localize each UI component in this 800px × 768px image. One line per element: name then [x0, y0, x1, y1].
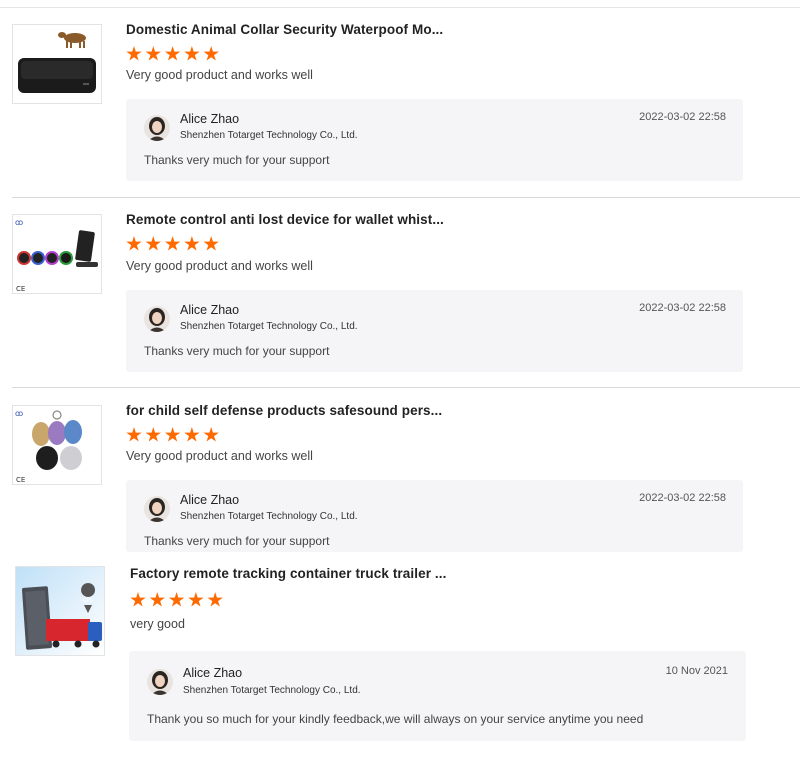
star-icon [164, 427, 181, 442]
product-title[interactable]: for child self defense products safesoun… [126, 403, 442, 418]
star-icon [203, 46, 219, 61]
reply-text: Thanks very much for your support [144, 153, 330, 167]
star-icon [126, 427, 142, 442]
svg-text:ꝏ: ꝏ [15, 218, 23, 227]
svg-text:CE: CE [16, 285, 25, 293]
seller-reply: Alice Zhao Shenzhen Totarget Technology … [129, 651, 746, 741]
product-title[interactable]: Factory remote tracking container truck … [130, 566, 446, 581]
review-comment: very good [130, 617, 185, 631]
avatar [147, 669, 173, 695]
avatar [144, 306, 170, 332]
reply-date: 10 Nov 2021 [665, 665, 728, 677]
star-icon [207, 592, 223, 607]
reply-date: 2022-03-02 22:58 [639, 111, 726, 123]
star-rating [126, 427, 222, 443]
star-icon [188, 592, 204, 607]
star-icon [145, 46, 161, 61]
review-comment: Very good product and works well [126, 68, 313, 82]
product-thumbnail[interactable] [12, 24, 102, 104]
reply-date: 2022-03-02 22:58 [639, 302, 726, 314]
reply-author-name: Alice Zhao [180, 303, 240, 317]
review-divider [12, 197, 800, 198]
star-icon [164, 46, 181, 61]
reply-text: Thank you so much for your kindly feedba… [147, 712, 644, 726]
star-icon [203, 236, 219, 251]
reply-author-name: Alice Zhao [183, 666, 243, 680]
reply-author-name: Alice Zhao [180, 493, 240, 507]
svg-text:CE: CE [16, 476, 25, 484]
reply-company: Shenzhen Totarget Technology Co., Ltd. [180, 130, 358, 141]
product-title[interactable]: Remote control anti lost device for wall… [126, 212, 444, 227]
review-divider [12, 387, 800, 388]
star-icon [168, 592, 185, 607]
star-icon [184, 427, 200, 442]
reply-author-name: Alice Zhao [180, 112, 240, 126]
svg-text:ꝏ: ꝏ [15, 409, 23, 418]
star-rating [130, 592, 226, 608]
product-title[interactable]: Domestic Animal Collar Security Waterpoo… [126, 22, 443, 37]
product-thumbnail[interactable]: GPS [15, 566, 105, 656]
seller-reply: Alice Zhao Shenzhen Totarget Technology … [126, 290, 743, 372]
star-icon [149, 592, 165, 607]
product-thumbnail[interactable]: ꝏ CE [12, 214, 102, 294]
avatar [144, 496, 170, 522]
star-icon [126, 46, 142, 61]
star-icon [203, 427, 219, 442]
reply-company: Shenzhen Totarget Technology Co., Ltd. [183, 685, 361, 696]
star-icon [130, 592, 146, 607]
reply-company: Shenzhen Totarget Technology Co., Ltd. [180, 511, 358, 522]
product-thumbnail[interactable]: ꝏ CE [12, 405, 102, 485]
seller-reply: Alice Zhao Shenzhen Totarget Technology … [126, 99, 743, 181]
star-icon [145, 236, 161, 251]
avatar [144, 115, 170, 141]
reply-date: 2022-03-02 22:58 [639, 492, 726, 504]
star-icon [126, 236, 142, 251]
star-icon [184, 236, 200, 251]
top-divider [0, 7, 800, 8]
review-comment: Very good product and works well [126, 449, 313, 463]
reply-text: Thanks very much for your support [144, 344, 330, 358]
seller-reply: Alice Zhao Shenzhen Totarget Technology … [126, 480, 743, 552]
star-icon [184, 46, 200, 61]
reply-company: Shenzhen Totarget Technology Co., Ltd. [180, 321, 358, 332]
review-comment: Very good product and works well [126, 259, 313, 273]
star-rating [126, 46, 222, 62]
star-rating [126, 236, 222, 252]
star-icon [145, 427, 161, 442]
star-icon [164, 236, 181, 251]
reply-text: Thanks very much for your support [144, 534, 330, 548]
svg-text:GPS: GPS [83, 598, 93, 604]
